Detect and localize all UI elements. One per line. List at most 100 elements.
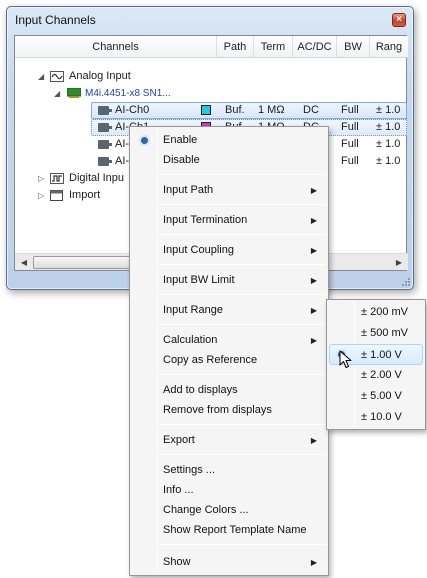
col-channels[interactable]: Channels (15, 36, 217, 58)
col-path[interactable]: Path (217, 36, 254, 58)
channel-range: ± 1.0 (376, 104, 401, 116)
expand-closed-icon[interactable]: ▷ (38, 187, 44, 204)
window-title: Input Channels (15, 13, 96, 27)
tree-label-analog: Analog Input (69, 70, 131, 82)
resize-grip-icon[interactable] (401, 277, 411, 287)
plug-icon (98, 157, 112, 166)
submenu-arrow-icon: ▶ (310, 276, 317, 285)
col-range[interactable]: Rang (370, 36, 408, 58)
menu-label: Enable (163, 134, 198, 146)
menu-item-input-termination[interactable]: Input Termination ▶ (132, 210, 326, 231)
menu-item-enable[interactable]: Enable (132, 130, 326, 151)
menu-item-input-bw-limit[interactable]: Input BW Limit ▶ (132, 270, 326, 291)
tree-item-device[interactable]: ◢ M4i.4451-x8 SN1... (15, 85, 408, 102)
channel-path: Buf. (225, 104, 245, 116)
menu-label: Change Colors ... (163, 504, 249, 516)
menu-separator (159, 264, 326, 265)
submenu-arrow-icon: ▶ (310, 186, 317, 195)
channel-range: ± 1.0 (376, 121, 401, 133)
close-icon[interactable]: × (392, 13, 406, 27)
submenu-arrow-icon: ▶ (310, 306, 317, 315)
menu-label: Copy as Reference (163, 354, 258, 366)
submenu-arrow-icon: ▶ (310, 558, 317, 567)
channel-term: 1 MΩ (258, 104, 285, 116)
col-bw[interactable]: BW (337, 36, 370, 58)
menu-label: Input Termination (163, 214, 248, 226)
menu-label: ± 1.00 V (361, 349, 402, 361)
menu-label: Add to displays (163, 384, 238, 396)
menu-label: Calculation (163, 334, 218, 346)
submenu-arrow-icon: ▶ (310, 246, 317, 255)
menu-label: Input Path (163, 184, 214, 196)
menu-item-calculation[interactable]: Calculation ▶ (132, 330, 326, 351)
menu-item-export[interactable]: Export ▶ (132, 430, 326, 451)
menu-separator (159, 454, 326, 455)
menu-item-remove-from-displays[interactable]: Remove from displays (132, 400, 326, 421)
context-menu: Enable Disable Input Path ▶ Input Termin… (129, 126, 329, 576)
menu-label: ± 200 mV (361, 306, 409, 318)
tree-item-analog-input[interactable]: ◢ Analog Input (15, 68, 408, 85)
menu-label: Disable (163, 154, 200, 166)
tree-label-digital: Digital Inpu (69, 172, 125, 184)
menu-label: ± 10.0 V (361, 411, 402, 423)
menu-separator (159, 204, 326, 205)
menu-label: ± 5.00 V (361, 390, 402, 402)
submenu-arrow-icon: ▶ (310, 216, 317, 225)
menu-item-info[interactable]: Info ... (132, 480, 326, 501)
channel-bw: Full (341, 138, 359, 150)
radio-bullet-icon (141, 137, 148, 144)
range-option-500mv[interactable]: ± 500 mV (329, 323, 423, 344)
menu-label: ± 500 mV (361, 327, 409, 339)
menu-separator (159, 234, 326, 235)
menu-label: Input Coupling (163, 244, 234, 256)
menu-label: Settings ... (163, 464, 215, 476)
expand-open-icon[interactable]: ◢ (54, 85, 60, 102)
menu-item-add-to-displays[interactable]: Add to displays (132, 380, 326, 401)
expand-open-icon[interactable]: ◢ (38, 68, 44, 85)
card-device-icon (67, 88, 81, 98)
menu-separator (159, 374, 326, 375)
menu-item-copy-as-reference[interactable]: Copy as Reference (132, 350, 326, 371)
menu-item-show-report-template-name[interactable]: Show Report Template Name (132, 520, 326, 541)
menu-label: Input Range (163, 304, 223, 316)
submenu-arrow-icon: ▶ (310, 336, 317, 345)
range-option-200mv[interactable]: ± 200 mV (329, 302, 423, 323)
channel-row-ch0[interactable]: AI-Ch0 Buf. 1 MΩ DC Full ± 1.0 (15, 102, 408, 119)
range-option-10v[interactable]: ± 10.0 V (329, 407, 423, 428)
menu-label: Remove from displays (163, 404, 272, 416)
menu-item-input-path[interactable]: Input Path ▶ (132, 180, 326, 201)
menu-label: Input BW Limit (163, 274, 235, 286)
expand-closed-icon[interactable]: ▷ (38, 170, 44, 187)
title-bar[interactable]: Input Channels × (7, 7, 413, 33)
column-header: Channels Path Term AC/DC BW Rang (15, 36, 408, 58)
import-icon (50, 190, 63, 201)
menu-label: Show (163, 556, 191, 568)
plug-icon (98, 106, 112, 115)
channel-range: ± 1.0 (376, 138, 401, 150)
menu-label: ± 2.00 V (361, 369, 402, 381)
menu-separator (159, 424, 326, 425)
col-term[interactable]: Term (254, 36, 293, 58)
tree-label-device: M4i.4451-x8 SN1... (85, 88, 171, 99)
plug-icon (98, 140, 112, 149)
menu-item-change-colors[interactable]: Change Colors ... (132, 500, 326, 521)
menu-separator (159, 174, 326, 175)
menu-label: Show Report Template Name (163, 524, 307, 536)
menu-separator (159, 324, 326, 325)
menu-item-show[interactable]: Show ▶ (132, 552, 326, 573)
channel-color-swatch[interactable] (201, 105, 211, 115)
menu-item-disable[interactable]: Disable (132, 150, 326, 171)
scroll-right-icon[interactable]: ▶ (391, 255, 407, 270)
menu-item-settings[interactable]: Settings ... (132, 460, 326, 481)
channel-acdc: DC (303, 104, 319, 116)
menu-separator (159, 294, 326, 295)
analog-wave-icon (50, 71, 64, 82)
range-option-5v[interactable]: ± 5.00 V (329, 386, 423, 407)
menu-item-input-range[interactable]: Input Range ▶ (132, 300, 326, 321)
menu-label: Info ... (163, 484, 194, 496)
tree-label-import: Import (69, 189, 101, 201)
channel-bw: Full (341, 155, 359, 167)
menu-item-input-coupling[interactable]: Input Coupling ▶ (132, 240, 326, 261)
col-acdc[interactable]: AC/DC (293, 36, 337, 58)
scroll-left-icon[interactable]: ◀ (16, 255, 32, 270)
